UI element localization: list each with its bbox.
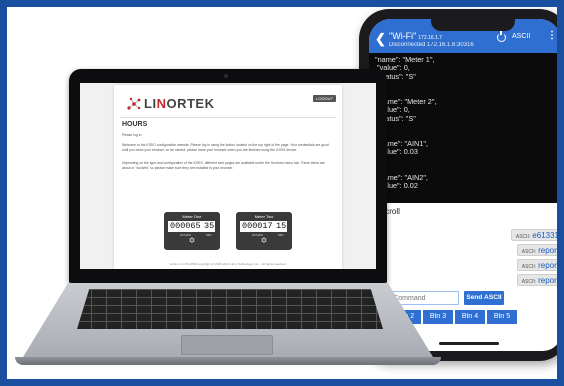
intro-paragraph: Depending on the type and configuration … — [122, 161, 325, 170]
webcam — [224, 74, 228, 78]
meter-title: Meter Two — [254, 214, 274, 219]
intro-paragraph: Please log in. — [122, 133, 143, 137]
laptop-screen: LINORTEK LOGOUT HOURS Please log in. Wel… — [80, 83, 376, 269]
connection-name: "Wi-Fi" — [389, 31, 417, 41]
page-footer: Version 1.0.15.2809 Copyright (c) 2015-2… — [169, 262, 287, 266]
trackpad — [181, 335, 273, 355]
back-arrow-icon[interactable]: ❮ — [375, 31, 386, 47]
response-value: e61331 — [532, 231, 559, 240]
connection-status: Disconnected 172.16.1.6:30316 — [389, 42, 474, 48]
meter-hours: 000065 — [168, 221, 203, 232]
meter-widget: Meter One 000065 35 HOURS MIN ✡ — [164, 212, 220, 250]
keyboard — [77, 289, 383, 329]
meter-minutes: 15 — [275, 221, 288, 232]
response-item: ASCII: report — [516, 274, 559, 286]
phone-notch — [431, 19, 515, 31]
meter-unit-min: MIN — [206, 233, 212, 237]
connection-ip: 172.16.1.7 — [418, 35, 443, 41]
btn-5[interactable]: Btn 5 — [487, 310, 517, 324]
ascii-mode-toggle[interactable]: ASCII — [512, 33, 530, 40]
response-item: ASCII: e61331 — [510, 229, 559, 241]
power-icon[interactable] — [497, 30, 506, 42]
linortek-logo: LINORTEK — [126, 93, 214, 115]
web-page: LINORTEK LOGOUT HOURS Please log in. Wel… — [114, 85, 342, 269]
response-value: report — [538, 261, 559, 270]
intro-paragraph: Welcome to the IOSIG configuration websi… — [122, 143, 329, 152]
laptop-base — [15, 283, 441, 373]
meter-hours: 000017 — [240, 221, 275, 232]
page-title: HOURS — [122, 121, 148, 128]
response-item: ASCII: report — [516, 244, 559, 256]
logo-part: ORTEK — [166, 96, 215, 111]
response-prefix: ASCII: — [521, 279, 537, 285]
laptop-front-edge — [15, 357, 441, 365]
logo-network-icon — [127, 97, 141, 110]
home-indicator[interactable] — [439, 342, 499, 345]
meter-title: Meter One — [182, 214, 202, 219]
response-value: report — [538, 246, 559, 255]
response-value: report — [538, 276, 559, 285]
terminal-output[interactable]: "name": "Meter 1", "value": 0, "status":… — [369, 53, 557, 203]
fan-icon: ✡ — [260, 236, 268, 245]
more-menu-icon[interactable]: ⋮ — [547, 30, 557, 41]
response-item: ASCII: report — [516, 259, 559, 271]
logo-part: N — [156, 96, 167, 111]
response-prefix: ASCII: — [521, 249, 537, 255]
fan-icon: ✡ — [188, 236, 196, 245]
logout-button[interactable]: LOGOUT — [313, 95, 336, 102]
laptop-lid: LINORTEK LOGOUT HOURS Please log in. Wel… — [69, 69, 387, 283]
logo-wordmark: LINORTEK — [144, 96, 214, 111]
meter-minutes: 35 — [203, 221, 216, 232]
meter-unit-min: MIN — [278, 233, 284, 237]
send-ascii-button[interactable]: Send ASCII — [464, 291, 504, 305]
image-frame: ❮ "Wi-Fi" 172.16.1.7 Disconnected 172.16.… — [0, 0, 564, 386]
response-prefix: ASCII: — [521, 264, 537, 270]
meter-widget: Meter Two 000017 15 HOURS MIN ✡ — [236, 212, 292, 250]
btn-4[interactable]: Btn 4 — [455, 310, 485, 324]
header-divider — [120, 117, 336, 118]
logo-part: LI — [144, 96, 157, 111]
response-prefix: ASCII: — [515, 234, 531, 240]
connection-title: "Wi-Fi" 172.16.1.7 — [389, 31, 442, 41]
